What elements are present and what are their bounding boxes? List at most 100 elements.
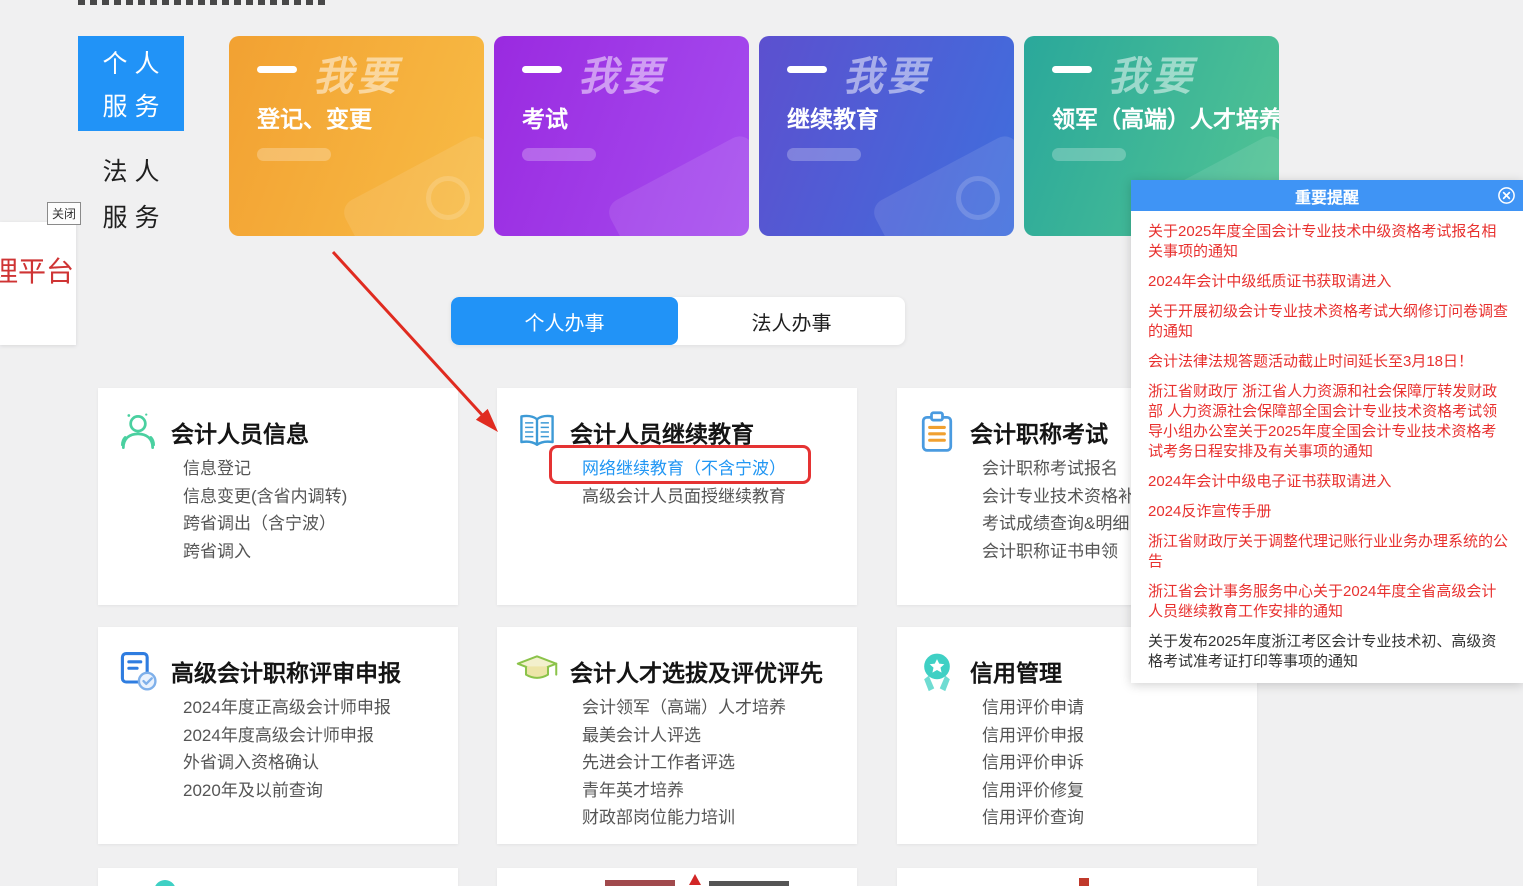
- close-button[interactable]: 关闭: [47, 202, 81, 225]
- dash-decoration: [522, 66, 562, 73]
- panel-header: 重要提醒: [1131, 180, 1523, 211]
- circle-decoration: [426, 176, 470, 220]
- service-link[interactable]: 信用评价申请: [982, 694, 1084, 722]
- legal-services-label-line2: 服 务: [103, 198, 160, 234]
- circle-decoration: [956, 176, 1000, 220]
- service-title: 会计人员信息: [171, 415, 309, 449]
- notice-link[interactable]: 关于2025年度全国会计专业技术中级资格考试报名相关事项的通知: [1148, 222, 1509, 262]
- notice-link[interactable]: 浙江省财政厅 浙江省人力资源和社会保障厅转发财政部 人力资源社会保障部全国会计专…: [1148, 382, 1509, 462]
- personal-services-label-line1: 个 人: [103, 44, 160, 80]
- clipped-left-popup: 理平台: [0, 222, 76, 345]
- notice-link[interactable]: 2024年会计中级电子证书获取请进入: [1148, 472, 1509, 492]
- service-title: 信用管理: [970, 654, 1062, 688]
- service-title: 高级会计职称评审申报: [171, 654, 401, 688]
- service-link[interactable]: 会计职称证书申领: [982, 538, 1135, 566]
- circle-x-icon[interactable]: [1497, 186, 1516, 205]
- service-card: 会计人才选拔及评优评先会计领军（高端）人才培养最美会计人评选先进会计工作者评选青…: [497, 627, 857, 844]
- service-link[interactable]: 信用评价修复: [982, 777, 1084, 805]
- service-link[interactable]: 高级会计人员面授继续教育: [582, 483, 786, 511]
- service-link[interactable]: 信息变更(含省内调转): [183, 483, 347, 511]
- service-card-header: 会计人员信息: [116, 410, 309, 454]
- dash-decoration: [787, 66, 827, 73]
- banner-title: 登记、变更: [257, 100, 372, 134]
- service-link[interactable]: 会计专业技术资格补: [982, 483, 1135, 511]
- service-link[interactable]: 2024年度高级会计师申报: [183, 722, 391, 750]
- clipped-popup-text: 理平台: [0, 250, 76, 290]
- service-link[interactable]: 最美会计人评选: [582, 722, 786, 750]
- banner-prefix: 我要: [313, 44, 401, 102]
- service-card-header: 会计人才选拔及评优评先: [515, 649, 823, 693]
- service-link-list: 信息登记信息变更(含省内调转)跨省调出（含宁波）跨省调入: [183, 455, 347, 565]
- service-link[interactable]: 先进会计工作者评选: [582, 749, 786, 777]
- banner-title: 领军（高端）人才培养: [1052, 100, 1279, 134]
- tab-personal-affairs[interactable]: 个人办事: [451, 297, 678, 345]
- pill-decoration: [1052, 148, 1126, 161]
- notice-link[interactable]: 浙江省财政厅关于调整代理记账行业业务办理系统的公告: [1148, 532, 1509, 572]
- banner-continuing-education[interactable]: 我要 继续教育: [759, 36, 1014, 236]
- clipped-icon-fragment: [154, 880, 176, 886]
- legal-services-label-line1: 法 人: [103, 152, 160, 188]
- service-title: 会计人才选拔及评优评先: [570, 654, 823, 688]
- service-link[interactable]: 网络继续教育（不含宁波）: [582, 455, 786, 483]
- banner-prefix: 我要: [1108, 44, 1196, 102]
- service-link[interactable]: 会计领军（高端）人才培养: [582, 694, 786, 722]
- service-title: 会计职称考试: [970, 415, 1108, 449]
- service-link-list: 会计职称考试报名会计专业技术资格补考试成绩查询&明细会计职称证书申领: [982, 455, 1135, 565]
- service-link-list: 会计领军（高端）人才培养最美会计人评选先进会计工作者评选青年英才培养财政部岗位能…: [582, 694, 786, 832]
- panel-title: 重要提醒: [1295, 184, 1359, 208]
- sidebar-item-legal-services[interactable]: 法 人 服 务: [78, 148, 184, 238]
- banner-title: 继续教育: [787, 100, 879, 134]
- dash-decoration: [1052, 66, 1092, 73]
- service-link[interactable]: 信息登记: [183, 455, 347, 483]
- clipped-service-card: [98, 868, 458, 886]
- clipped-service-card: [497, 868, 857, 886]
- pill-decoration: [787, 148, 861, 161]
- service-card-header: 会计人员继续教育: [515, 410, 754, 454]
- banner-register-change[interactable]: 我要 登记、变更: [229, 36, 484, 236]
- service-link[interactable]: 2020年及以前查询: [183, 777, 391, 805]
- person-icon: [116, 410, 160, 454]
- service-link[interactable]: 考试成绩查询&明细: [982, 510, 1135, 538]
- medal-star-icon: [915, 649, 959, 693]
- service-link[interactable]: 信用评价查询: [982, 804, 1084, 832]
- notice-link[interactable]: 2024年会计中级纸质证书获取请进入: [1148, 272, 1509, 292]
- service-link[interactable]: 跨省调入: [183, 538, 347, 566]
- service-card-header: 信用管理: [915, 649, 1062, 693]
- clipboard-icon: [915, 410, 959, 454]
- important-reminder-panel: 重要提醒 关于2025年度全国会计专业技术中级资格考试报名相关事项的通知 2024…: [1131, 180, 1523, 683]
- open-book-icon: [515, 410, 559, 454]
- service-link-list: 2024年度正高级会计师申报2024年度高级会计师申报外省调入资格确认2020年…: [183, 694, 391, 804]
- service-link-list: 网络继续教育（不含宁波）高级会计人员面授继续教育: [582, 455, 786, 510]
- notice-link[interactable]: 关于开展初级会计专业技术资格考试大纲修订问卷调查的通知: [1148, 302, 1509, 342]
- service-link[interactable]: 2024年度正高级会计师申报: [183, 694, 391, 722]
- sidebar-item-personal-services[interactable]: 个 人 服 务: [78, 36, 184, 131]
- service-link[interactable]: 信用评价申报: [982, 722, 1084, 750]
- service-title: 会计人员继续教育: [570, 415, 754, 449]
- personal-services-label-line2: 服 务: [103, 87, 160, 123]
- notice-link[interactable]: 关于发布2025年度浙江考区会计专业技术初、高级资格考试准考证打印等事项的通知: [1148, 632, 1509, 672]
- tab-legal-affairs[interactable]: 法人办事: [678, 297, 905, 345]
- service-link[interactable]: 财政部岗位能力培训: [582, 804, 786, 832]
- notice-link[interactable]: 会计法律法规答题活动截止时间延长至3月18日！: [1148, 352, 1509, 372]
- service-link[interactable]: 外省调入资格确认: [183, 749, 391, 777]
- pill-decoration: [257, 148, 331, 161]
- notice-link[interactable]: 2024反诈宣传手册: [1148, 502, 1509, 522]
- document-check-icon: [116, 649, 160, 693]
- banner-prefix: 我要: [578, 44, 666, 102]
- service-link[interactable]: 会计职称考试报名: [982, 455, 1135, 483]
- clipped-mark-fragment: [1079, 878, 1089, 886]
- notice-link[interactable]: 浙江省会计事务服务中心关于2024年度全省高级会计人员继续教育工作安排的通知: [1148, 582, 1509, 622]
- banner-title: 考试: [522, 100, 568, 134]
- pill-decoration: [522, 148, 596, 161]
- service-link[interactable]: 青年英才培养: [582, 777, 786, 805]
- service-card-header: 会计职称考试: [915, 410, 1108, 454]
- banner-prefix: 我要: [843, 44, 931, 102]
- banner-exam[interactable]: 我要 考试: [494, 36, 749, 236]
- service-card-header: 高级会计职称评审申报: [116, 649, 401, 693]
- service-link[interactable]: 跨省调出（含宁波）: [183, 510, 347, 538]
- service-link[interactable]: 信用评价申诉: [982, 749, 1084, 777]
- clipped-logo-fragment: [597, 872, 827, 886]
- book-shape: [604, 131, 749, 236]
- clipped-top-text: [78, 0, 328, 5]
- clipped-service-card: [897, 868, 1257, 886]
